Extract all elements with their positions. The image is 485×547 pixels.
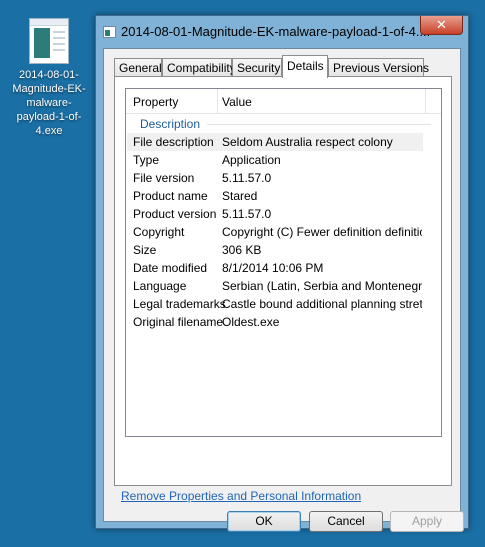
tab-details[interactable]: Details <box>282 55 328 78</box>
list-item[interactable]: Copyright Copyright (C) Fewer definition… <box>127 223 423 241</box>
property-name: Legal trademarks <box>133 297 226 311</box>
property-name: Size <box>133 243 157 257</box>
property-name: Language <box>133 279 187 293</box>
property-name: Product name <box>133 189 208 203</box>
details-panel: Property Value Description File descript… <box>114 76 452 486</box>
property-value: Serbian (Latin, Serbia and Montenegro ..… <box>222 279 422 293</box>
ok-button[interactable]: OK <box>227 511 301 532</box>
property-name: File version <box>133 171 195 185</box>
property-value: 8/1/2014 10:06 PM <box>222 261 324 275</box>
tab-previous-versions[interactable]: Previous Versions <box>328 58 429 77</box>
cancel-button[interactable]: Cancel <box>309 511 383 532</box>
properties-window: 2014-08-01-Magnitude-EK-malware-payload-… <box>95 15 469 532</box>
list-item[interactable]: Size 306 KB <box>127 241 423 259</box>
group-header-description: Description <box>140 117 201 131</box>
tab-general[interactable]: General <box>114 58 162 77</box>
property-value: 5.11.57.0 <box>222 171 272 185</box>
property-name: File description <box>133 135 214 149</box>
list-item[interactable]: File version 5.11.57.0 <box>127 169 423 187</box>
list-item[interactable]: Language Serbian (Latin, Serbia and Mont… <box>127 277 423 295</box>
tab-compatibility[interactable]: Compatibility <box>162 58 236 77</box>
dialog-client-area: General Compatibility Security Details P… <box>103 48 464 532</box>
column-header-property[interactable]: Property <box>133 95 178 109</box>
remove-properties-link[interactable]: Remove Properties and Personal Informati… <box>121 489 361 503</box>
tab-security[interactable]: Security <box>232 58 282 77</box>
property-value: Seldom Australia respect colony <box>222 135 393 149</box>
group-divider <box>207 124 431 125</box>
window-app-icon <box>103 26 116 38</box>
properties-list[interactable]: Property Value Description File descript… <box>125 88 442 437</box>
title-bar[interactable]: 2014-08-01-Magnitude-EK-malware-payload-… <box>96 16 468 48</box>
list-item[interactable]: File description Seldom Australia respec… <box>127 133 423 151</box>
list-item[interactable]: Product version 5.11.57.0 <box>127 205 423 223</box>
desktop-file-label: 2014-08-01-Magnitude-EK-malware-payload-… <box>12 69 86 137</box>
property-value: 306 KB <box>222 243 262 257</box>
property-name: Product version <box>133 207 217 221</box>
list-item[interactable]: Legal trademarks Castle bound additional… <box>127 295 423 313</box>
property-name: Original filename <box>133 315 224 329</box>
property-name: Date modified <box>133 261 208 275</box>
apply-button[interactable]: Apply <box>390 511 464 532</box>
property-value: Copyright (C) Fewer definition definitio… <box>222 225 422 239</box>
list-item[interactable]: Type Application <box>127 151 423 169</box>
exe-file-icon <box>29 18 69 64</box>
property-value: 5.11.57.0 <box>222 207 272 221</box>
property-value: Castle bound additional planning stretc.… <box>222 297 422 311</box>
list-header: Property Value <box>126 89 441 114</box>
list-item[interactable]: Original filename Oldest.exe <box>127 313 423 331</box>
window-title: 2014-08-01-Magnitude-EK-malware-payload-… <box>121 24 431 39</box>
property-name: Copyright <box>133 225 185 239</box>
close-button[interactable]: ✕ <box>420 16 463 35</box>
property-value: Application <box>222 153 281 167</box>
desktop-file-icon[interactable]: 2014-08-01-Magnitude-EK-malware-payload-… <box>10 18 88 138</box>
property-value: Stared <box>222 189 258 203</box>
list-item[interactable]: Date modified 8/1/2014 10:06 PM <box>127 259 423 277</box>
list-item[interactable]: Product name Stared <box>127 187 423 205</box>
column-header-value[interactable]: Value <box>222 95 252 109</box>
property-name: Type <box>133 153 160 167</box>
property-value: Oldest.exe <box>222 315 280 329</box>
